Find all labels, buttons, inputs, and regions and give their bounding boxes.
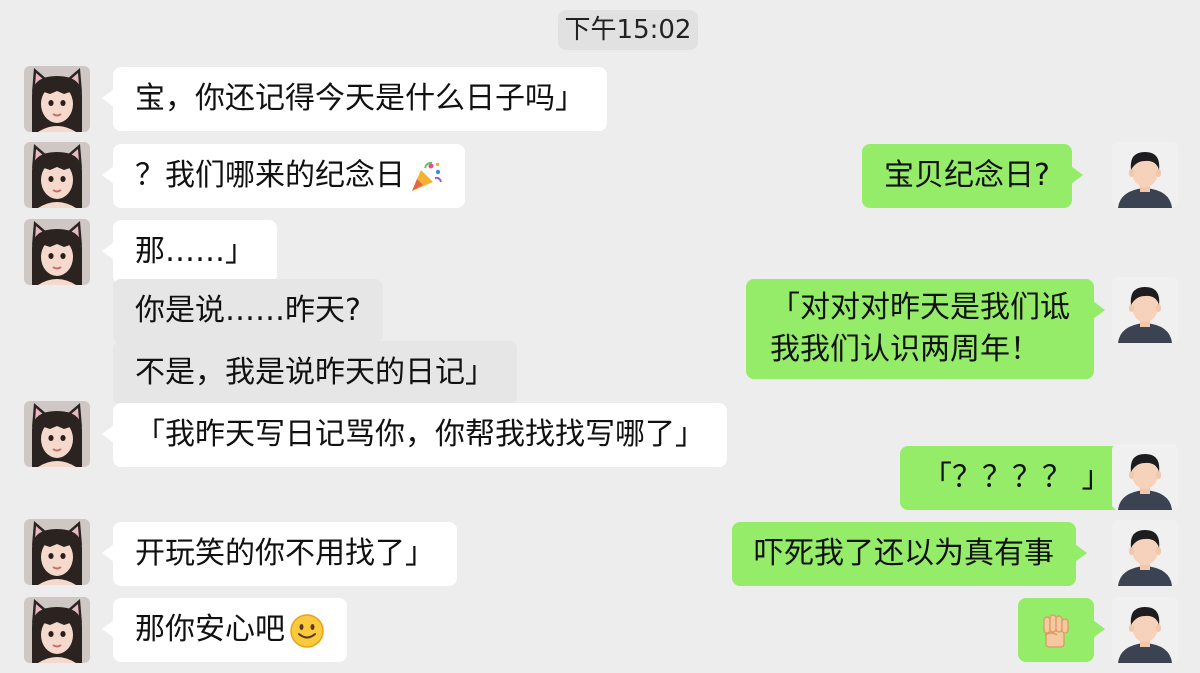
my-avatar[interactable]: [1112, 277, 1178, 343]
message-text-line: 「对对对昨天是我们诋: [770, 290, 1070, 325]
message-text: 「？？？？ 」: [922, 460, 1112, 495]
my-avatar[interactable]: [1112, 142, 1178, 208]
message-bubble[interactable]: 那你安心吧: [102, 598, 347, 662]
message-bubble[interactable]: 「？？？？ 」: [900, 446, 1145, 510]
message-text: 你是说……昨天?: [135, 293, 361, 328]
contact-avatar[interactable]: [24, 142, 90, 208]
message-text: 那……」: [135, 234, 255, 269]
message-bubble[interactable]: 宝，你还记得今天是什么日子吗」: [102, 67, 607, 131]
message-text: ？我们哪来的纪念日: [135, 158, 405, 193]
message-bubble[interactable]: 吓死我了还以为真有事: [732, 522, 1087, 586]
contact-avatar[interactable]: [24, 597, 90, 663]
message-bubble[interactable]: 「对对对昨天是我们诋 我我们认识两周年！: [746, 279, 1105, 379]
message-bubble[interactable]: 「我昨天写日记骂你，你帮我找找写哪了」: [102, 403, 727, 467]
contact-avatar[interactable]: [24, 519, 90, 585]
contact-avatar[interactable]: [24, 401, 90, 467]
message-bubble[interactable]: 宝贝纪念日?: [862, 144, 1083, 208]
my-avatar[interactable]: [1112, 444, 1178, 510]
raised-fist-icon: [1037, 611, 1075, 662]
party-popper-icon: [409, 160, 443, 194]
timestamp: 下午15:02: [558, 10, 698, 50]
slightly-smiling-face-icon: [289, 613, 325, 649]
message-bubble[interactable]: [1018, 598, 1105, 662]
message-bubble[interactable]: ？我们哪来的纪念日: [102, 144, 465, 208]
message-bubble[interactable]: 你是说……昨天?: [113, 279, 383, 343]
message-bubble[interactable]: 不是，我是说昨天的日记」: [113, 341, 517, 405]
message-text: 宝，你还记得今天是什么日子吗」: [135, 81, 585, 116]
message-text: 那你安心吧: [135, 612, 285, 647]
my-avatar[interactable]: [1112, 597, 1178, 663]
message-text: 宝贝纪念日?: [884, 158, 1050, 193]
message-text: 吓死我了还以为真有事: [754, 536, 1054, 571]
message-text-line: 我我们认识两周年！: [770, 332, 1040, 367]
contact-avatar[interactable]: [24, 219, 90, 285]
contact-avatar[interactable]: [24, 66, 90, 132]
message-bubble[interactable]: 那……」: [102, 220, 277, 284]
message-bubble[interactable]: 开玩笑的你不用找了」: [102, 522, 457, 586]
message-text: 不是，我是说昨天的日记」: [135, 355, 495, 390]
message-text: 开玩笑的你不用找了」: [135, 536, 435, 571]
my-avatar[interactable]: [1112, 520, 1178, 586]
message-text: 「我昨天写日记骂你，你帮我找找写哪了」: [135, 417, 705, 452]
